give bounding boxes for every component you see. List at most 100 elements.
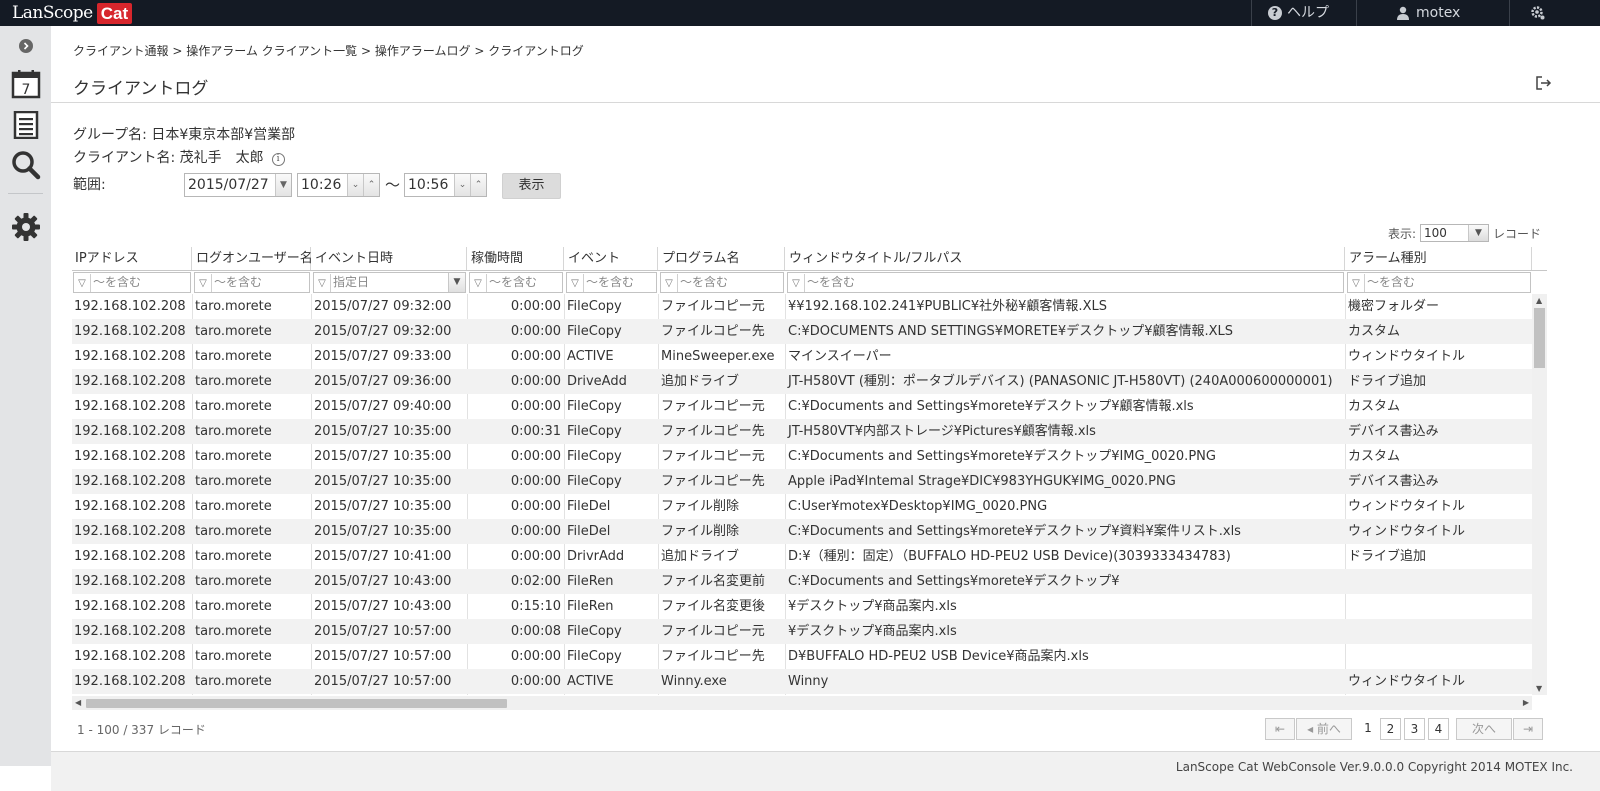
column-filter-input[interactable]: ▽ 〜を含む — [469, 272, 563, 293]
app-logo[interactable]: LanScope Cat — [12, 2, 133, 24]
page-3[interactable]: 3 — [1404, 718, 1425, 740]
filter-icon[interactable]: ▽ — [314, 274, 331, 292]
filter-placeholder: 〜を含む — [93, 275, 142, 289]
range-separator: 〜 — [385, 176, 401, 194]
page-4[interactable]: 4 — [1428, 718, 1449, 740]
breadcrumb[interactable]: クライアント通報 > 操作アラーム クライアント一覧 > 操作アラームログ > … — [73, 42, 584, 59]
last-page-button[interactable]: ⇥ — [1513, 718, 1543, 740]
column-header[interactable]: ログオンユーザー名 — [193, 247, 313, 271]
table-row[interactable]: 192.168.102.208 taro.morete 2015/07/27 09:… — [72, 369, 1532, 394]
date-dropdown-button[interactable]: ▼ — [275, 174, 291, 196]
column-header[interactable]: IPアドレス — [72, 247, 192, 271]
search-icon — [11, 151, 40, 180]
filter-icon[interactable]: ▽ — [195, 274, 212, 292]
page-1[interactable]: 1 — [1358, 718, 1378, 740]
table-row[interactable]: 192.168.102.208 taro.morete 2015/07/27 10:… — [72, 419, 1532, 444]
prev-page-button[interactable]: ◂ 前へ — [1296, 718, 1352, 740]
date-picker[interactable]: 2015/07/27 ▼ — [184, 173, 292, 197]
time-to-stepper[interactable]: 10:56 ⌄ ⌃ — [404, 173, 487, 197]
gear-icon — [11, 213, 40, 241]
filter-icon[interactable]: ▽ — [470, 274, 487, 292]
sidebar-item-settings[interactable] — [0, 211, 51, 243]
scroll-down-icon[interactable]: ▼ — [1536, 684, 1542, 693]
table-row[interactable]: 192.168.102.208 taro.morete 2015/07/27 10:… — [72, 544, 1532, 569]
sidebar-item-search[interactable] — [0, 149, 51, 181]
logout-button[interactable] — [1536, 76, 1552, 94]
column-filter-input[interactable]: ▽ 指定日 ▼ — [313, 272, 466, 293]
table-row[interactable]: 192.168.102.208 taro.morete 2015/07/27 09:… — [72, 394, 1532, 419]
column-filter-input[interactable]: ▽ 〜を含む — [1347, 272, 1531, 293]
table-row[interactable]: 192.168.102.208 taro.morete 2015/07/27 10:… — [72, 644, 1532, 669]
horizontal-scrollbar[interactable]: ◀ ▶ — [72, 696, 1532, 710]
perpage-select[interactable]: 100 ▼ — [1420, 224, 1489, 242]
table-cell: C:¥Documents and Settings¥morete¥デスクトップ¥… — [788, 399, 1194, 414]
table-row[interactable]: 192.168.102.208 taro.morete 2015/07/27 10:… — [72, 519, 1532, 544]
table-cell: C:¥DOCUMENTS AND SETTINGS¥MORETE¥デスクトップ¥… — [788, 324, 1234, 339]
column-header[interactable]: アラーム種別 — [1346, 247, 1532, 271]
table-cell: ファイル名変更前 — [661, 574, 766, 589]
table-row[interactable]: 192.168.102.208 taro.morete 2015/07/27 10:… — [72, 669, 1532, 694]
show-button[interactable]: 表示 — [502, 173, 561, 199]
column-filter-input[interactable]: ▽ 〜を含む — [73, 272, 191, 293]
column-filter-input[interactable]: ▽ 〜を含む — [194, 272, 310, 293]
filter-icon[interactable]: ▽ — [74, 274, 91, 292]
scroll-left-icon[interactable]: ◀ — [75, 698, 81, 707]
table-row[interactable]: 192.168.102.208 taro.morete 2015/07/27 09:… — [72, 319, 1532, 344]
sidebar-item-reports[interactable] — [0, 109, 51, 141]
table-row[interactable]: 192.168.102.208 taro.morete 2015/07/27 09:… — [72, 344, 1532, 369]
table-row[interactable]: 192.168.102.208 taro.morete 2015/07/27 10:… — [72, 594, 1532, 619]
table-cell: 0:00:00 — [510, 449, 561, 464]
scroll-right-icon[interactable]: ▶ — [1523, 698, 1529, 707]
column-header[interactable]: イベント — [565, 247, 658, 271]
column-header[interactable]: イベント日時 — [312, 247, 467, 271]
filter-placeholder: 〜を含む — [214, 275, 263, 289]
time-from-up-button[interactable]: ⌃ — [363, 174, 379, 196]
filter-icon[interactable]: ▽ — [788, 274, 805, 292]
column-header[interactable]: プログラム名 — [659, 247, 785, 271]
next-page-button[interactable]: 次へ — [1456, 718, 1512, 740]
table-row[interactable]: 192.168.102.208 taro.morete 2015/07/27 10:… — [72, 569, 1532, 594]
help-link[interactable]: ? ヘルプ — [1268, 0, 1329, 26]
table-cell: 0:00:00 — [510, 524, 561, 539]
filter-icon[interactable]: ▽ — [661, 274, 678, 292]
time-from-down-button[interactable]: ⌄ — [347, 174, 363, 196]
column-header[interactable]: ウィンドウタイトル/フルパス — [786, 247, 1345, 271]
time-to-down-button[interactable]: ⌄ — [454, 174, 470, 196]
table-row[interactable]: 192.168.102.208 taro.morete 2015/07/27 10:… — [72, 494, 1532, 519]
column-filter-input[interactable]: ▽ 〜を含む — [787, 272, 1344, 293]
user-menu[interactable]: motex — [1396, 0, 1460, 26]
scroll-up-icon[interactable]: ▲ — [1536, 296, 1542, 305]
settings-menu-button[interactable] — [1530, 0, 1546, 26]
table-cell: 192.168.102.208 — [74, 574, 186, 589]
table-row[interactable]: 192.168.102.208 taro.morete 2015/07/27 10:… — [72, 469, 1532, 494]
page-2[interactable]: 2 — [1380, 718, 1401, 740]
sidebar-expand-button[interactable] — [0, 36, 51, 56]
info-icon[interactable]: i — [271, 153, 285, 166]
scrollbar-thumb[interactable] — [1534, 308, 1545, 368]
table-cell: taro.morete — [195, 424, 272, 439]
table-row[interactable]: 192.168.102.208 taro.morete 2015/07/27 10:… — [72, 619, 1532, 644]
vertical-scrollbar[interactable]: ▲ ▼ — [1532, 294, 1547, 695]
table-cell: D¥BUFFALO HD-PEU2 USB Device¥商品案内.xls — [788, 649, 1089, 664]
title-divider — [51, 102, 1600, 103]
filter-icon[interactable]: ▽ — [567, 274, 584, 292]
log-table: IPアドレス ログオンユーザー名 イベント日時 稼働時間 イベント プログラム名 ウィンドウ… — [72, 247, 1547, 714]
table-row[interactable]: 192.168.102.208 taro.morete 2015/07/27 09:… — [72, 294, 1532, 319]
table-cell: FileCopy — [567, 449, 622, 464]
chevron-down-icon[interactable]: ▼ — [448, 273, 465, 292]
time-from-stepper[interactable]: 10:26 ⌄ ⌃ — [297, 173, 380, 197]
table-cell: taro.morete — [195, 324, 272, 339]
scrollbar-thumb[interactable] — [86, 699, 507, 708]
table-cell: taro.morete — [195, 449, 272, 464]
column-filter-input[interactable]: ▽ 〜を含む — [660, 272, 784, 293]
table-cell: 0:00:00 — [510, 549, 561, 564]
column-filter-input[interactable]: ▽ 〜を含む — [566, 272, 657, 293]
time-to-up-button[interactable]: ⌃ — [470, 174, 486, 196]
table-cell: FileCopy — [567, 324, 622, 339]
filter-icon[interactable]: ▽ — [1348, 274, 1365, 292]
first-page-button[interactable]: ⇤ — [1265, 718, 1295, 740]
table-row[interactable]: 192.168.102.208 taro.morete 2015/07/27 10:… — [72, 444, 1532, 469]
sidebar-item-calendar[interactable]: 7 — [0, 68, 51, 100]
column-header[interactable]: 稼働時間 — [468, 247, 564, 271]
table-cell: FileCopy — [567, 399, 622, 414]
